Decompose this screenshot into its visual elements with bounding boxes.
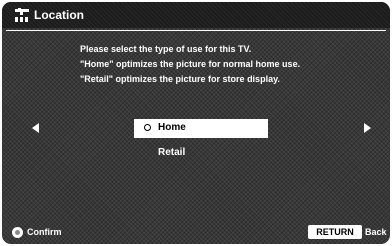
- page-title: Location: [34, 8, 84, 22]
- instruction-line: "Retail" optimizes the picture for store…: [80, 74, 280, 84]
- title-divider: [6, 30, 386, 31]
- confirm-label: Confirm: [27, 227, 62, 237]
- instruction-line: Please select the type of use for this T…: [80, 44, 252, 54]
- option-retail[interactable]: Retail: [158, 147, 185, 158]
- back-label: Back: [365, 227, 387, 237]
- settings-toolbox-icon: [15, 8, 29, 22]
- option-home[interactable]: Home: [134, 119, 268, 138]
- tv-menu-screen: Location Please select the type of use f…: [2, 2, 390, 244]
- radio-button-icon: [144, 124, 151, 131]
- confirm-button-icon: [12, 227, 23, 238]
- return-button[interactable]: RETURN: [308, 225, 362, 239]
- instruction-text: Please select the type of use for this T…: [80, 42, 300, 87]
- title-bar: Location: [2, 2, 390, 28]
- instruction-line: "Home" optimizes the picture for normal …: [80, 59, 301, 69]
- right-arrow-icon[interactable]: [364, 123, 371, 133]
- option-label: Home: [158, 122, 186, 133]
- left-arrow-icon[interactable]: [32, 123, 39, 133]
